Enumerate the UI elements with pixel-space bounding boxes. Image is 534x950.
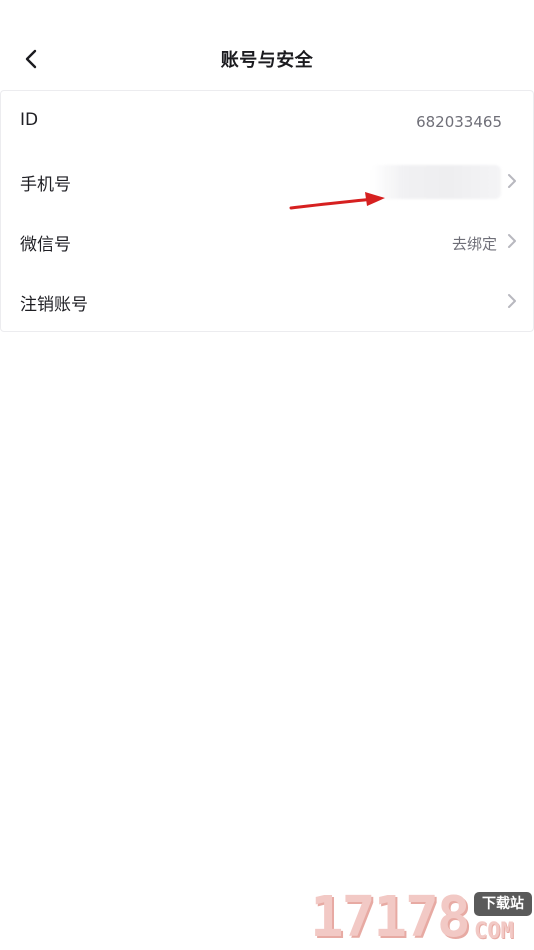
chevron-right-icon [508,294,516,308]
list-item-id: ID 682033465 [1,91,533,151]
wechat-bind-link[interactable]: 去绑定 [452,233,497,254]
list-item-wechat[interactable]: 微信号 去绑定 [1,211,533,271]
cancel-account-label: 注销账号 [20,295,88,315]
wechat-label: 微信号 [20,235,71,255]
id-value: 682033465 [416,113,502,131]
account-security-page: 账号与安全 ID 682033465 手机号 微信号 去绑定 注销账号 1717… [0,0,534,950]
phone-label: 手机号 [20,175,71,195]
watermark-digits: 17178 [310,885,471,950]
red-arrow-annotation [289,192,385,210]
watermark: 17178 下载站 COM [310,886,534,950]
watermark-domain: COM [474,919,514,944]
page-title: 账号与安全 [220,50,314,71]
list-item-cancel-account[interactable]: 注销账号 [1,271,533,331]
watermark-badge: 下载站 [474,892,532,916]
id-label: ID [20,110,39,130]
chevron-right-icon [508,234,516,248]
chevron-right-icon [508,174,516,188]
top-bar: 账号与安全 [0,30,534,88]
list-item-phone[interactable]: 手机号 [1,151,533,211]
settings-list: ID 682033465 手机号 微信号 去绑定 注销账号 [0,90,534,332]
